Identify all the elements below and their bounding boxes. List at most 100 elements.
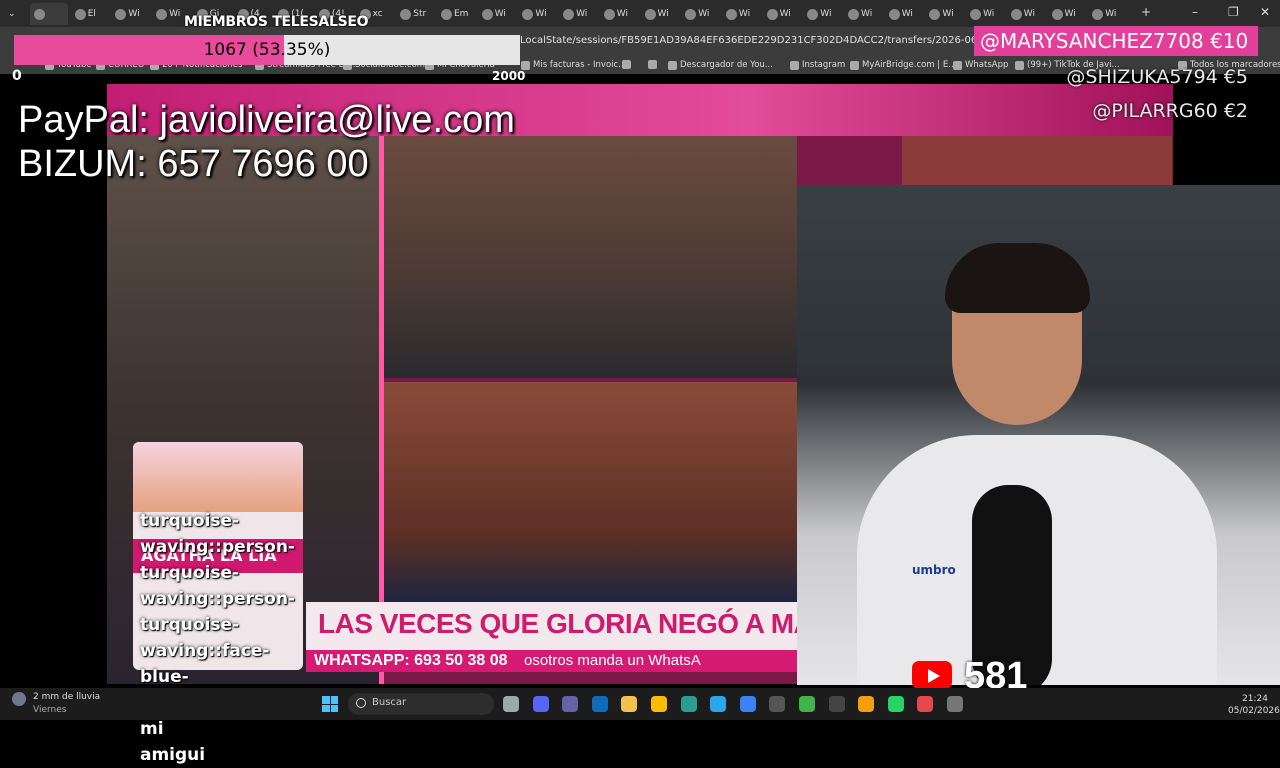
edge-icon[interactable] [680,696,697,712]
wiki-icon [115,8,127,20]
bookmark-label: MyAirBridge.com | E... [862,60,957,70]
tab-label: Wi [576,9,588,19]
tab-label: Wi [901,9,913,19]
steam-icon[interactable] [769,696,786,712]
tab-label: El [87,9,96,19]
tab-label: Wi [128,9,140,19]
browser-tab[interactable]: Wi [478,3,516,25]
browser-tab[interactable]: Wi [518,3,556,25]
browser-tab[interactable]: El [71,3,109,25]
wiki-icon [685,8,697,20]
teams-icon[interactable] [562,696,579,712]
chat-line: amigui [140,745,206,765]
s-icon [74,8,86,20]
tv-whatsapp-number: WHATSAPP: 693 50 38 08 [314,652,508,669]
discord-icon[interactable] [532,696,549,712]
browser-tab[interactable]: Wi [803,3,841,25]
search-icon [356,698,366,708]
browser-icon[interactable] [739,696,756,712]
browser-tab[interactable]: Wi [925,3,963,25]
youtube-icon [441,8,452,20]
donor-3: @PILARRG60 €2 [1092,100,1248,122]
wiki-icon [970,8,982,20]
browser-tab[interactable]: Wi [885,3,923,25]
whatsapp-icon[interactable] [887,696,904,712]
wiki-icon [1051,8,1063,20]
tv-ticker: osotros manda un WhatsA [524,652,701,669]
obs-icon[interactable] [828,696,845,712]
tab-label: Wi [779,9,791,19]
restore-button[interactable]: ❐ [1228,5,1239,19]
browser-tab[interactable]: Wi [681,3,719,25]
tab-label: Em [454,9,469,19]
browser-tab[interactable]: Wi [1088,3,1126,25]
browser-tab[interactable]: Wi [1007,3,1045,25]
tab-label: Wi [738,9,751,19]
browser-tab[interactable]: Wi [844,3,882,25]
youtube-icon [912,661,952,689]
chrome-canary-icon[interactable] [858,696,875,712]
system-clock[interactable]: 21:24 05/02/2026 [1228,693,1280,717]
tab-label: Wi [983,9,995,19]
tab-label: Wi [861,9,873,19]
chat-line: turquoise- [140,511,240,531]
bookmark-item[interactable] [648,60,660,69]
bookmark-item[interactable]: MyAirBridge.com | E... [850,60,956,70]
chat-icon[interactable] [947,696,963,712]
chat-line: turquoise- [140,563,240,583]
inset-image [133,442,303,512]
payment-info: PayPal: javioliveira@live.com BIZUM: 657… [18,98,515,186]
browser-tab[interactable]: Wi [600,3,638,25]
bookmark-item[interactable]: Descargador de You... [668,60,773,70]
wiki-icon [644,8,656,20]
paypal-text: PayPal: javioliveira@live.com [18,99,515,141]
tab-label: Wi [1023,9,1035,19]
bookmark-icon [850,60,859,70]
browser-tab[interactable]: Em [437,3,475,25]
tab-list-button[interactable]: ⌄ [4,3,26,25]
taskbar-search[interactable]: Buscar [348,693,494,715]
chrome-icon[interactable] [651,696,667,712]
close-window-button[interactable]: ✕ [1260,5,1270,19]
tab-label: Wi [942,9,954,19]
browser-tab[interactable]: Wi [641,3,679,25]
mail-icon[interactable] [591,696,608,712]
weather-icon[interactable] [12,692,26,706]
folder-icon[interactable] [621,696,638,712]
chevron-down-icon: ⌄ [8,9,16,19]
tv-panel-woman [384,382,797,602]
bookmark-icon [648,60,657,69]
editor-icon[interactable] [917,696,934,712]
wiki-icon [807,8,819,20]
tab-label: Wi [698,9,710,19]
tab-label: Wi [1105,9,1117,19]
browser-tab[interactable]: Wi [559,3,597,25]
task-view-icon[interactable] [503,696,519,712]
browser-tab[interactable]: Wi [763,3,801,25]
new-tab-button[interactable]: + [1141,5,1151,19]
browser-tab[interactable] [30,3,68,25]
browser-tab[interactable]: Wi [111,3,149,25]
bookmark-item[interactable]: Mis facturas - Invoic... [521,60,626,70]
sound-icon [34,8,45,20]
telegram-icon[interactable] [710,696,727,712]
tab-label: Wi [820,9,832,19]
browser-tab[interactable]: Wi [722,3,760,25]
windows-start-icon[interactable] [322,696,338,712]
wiki-icon [156,8,168,20]
windows-taskbar [0,688,1280,720]
minimize-button[interactable]: – [1192,5,1198,19]
tab-label: Wi [1064,9,1076,19]
tab-label: xc [372,9,383,19]
chat-line: waving::person- [140,589,295,609]
camtasia-icon[interactable] [799,696,815,712]
bookmark-item[interactable]: WhatsApp [953,60,1008,70]
bookmark-label: Descargador de You... [680,60,773,70]
goal-progress-text: 1067 (53.35%) [203,40,331,60]
browser-tab[interactable]: Wi [1048,3,1086,25]
bookmark-item[interactable]: Instagram [790,60,845,70]
browser-tab[interactable]: Wi [966,3,1004,25]
browser-tab[interactable]: Str [396,3,434,25]
bookmark-item[interactable] [622,60,634,69]
donor-2: @SHIZUKA5794 €5 [1066,66,1248,88]
